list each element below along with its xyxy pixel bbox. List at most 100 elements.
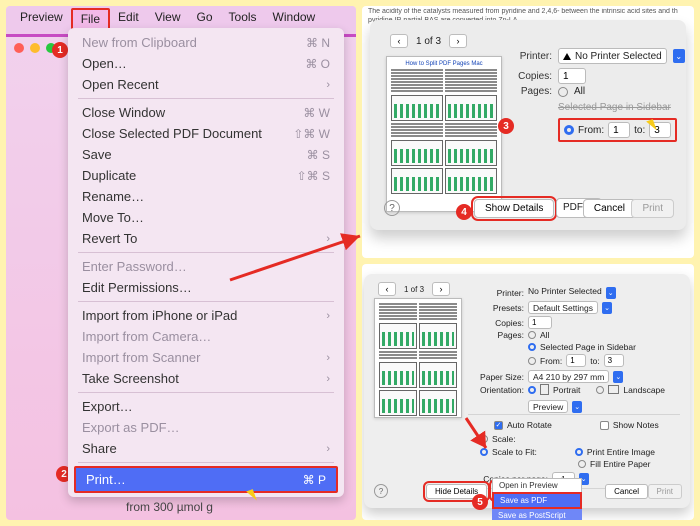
scale-radio[interactable] bbox=[480, 435, 488, 443]
pager: ‹ 1 of 3 › bbox=[378, 282, 450, 296]
next-page-button[interactable]: › bbox=[432, 282, 450, 296]
step3-4-panel: The acidity of the catalysts measured fr… bbox=[362, 6, 694, 258]
file-move-to[interactable]: Move To… bbox=[68, 207, 344, 228]
cancel-button[interactable]: Cancel bbox=[583, 199, 636, 218]
menu-edit[interactable]: Edit bbox=[110, 8, 147, 30]
chevron-right-icon: › bbox=[326, 352, 330, 364]
page-thumbnail bbox=[374, 298, 462, 418]
file-rename[interactable]: Rename… bbox=[68, 186, 344, 207]
chevron-updown-icon[interactable]: ⌄ bbox=[606, 287, 616, 299]
minimize-icon[interactable] bbox=[30, 43, 40, 53]
file-export[interactable]: Export… bbox=[68, 396, 344, 417]
file-take-screenshot[interactable]: Take Screenshot› bbox=[68, 368, 344, 389]
menu-preview[interactable]: Preview bbox=[12, 8, 71, 30]
file-save[interactable]: Save⌘ S bbox=[68, 144, 344, 165]
file-import-ios[interactable]: Import from iPhone or iPad› bbox=[68, 305, 344, 326]
show-notes-check[interactable]: ✓ bbox=[600, 421, 609, 430]
chevron-updown-icon[interactable]: ⌄ bbox=[602, 302, 612, 314]
chevron-updown-icon[interactable]: ⌄ bbox=[673, 49, 685, 63]
page-thumbnail: How to Split PDF Pages Mac bbox=[386, 56, 502, 212]
step5-panel: ‹ 1 of 3 › Printer: No Printer Selected … bbox=[362, 264, 694, 520]
chevron-updown-icon[interactable]: ⌄ bbox=[572, 401, 582, 413]
from-input[interactable] bbox=[566, 354, 586, 367]
pages-row: Pages: All bbox=[510, 86, 585, 97]
pdf-menu-open-preview[interactable]: Open in Preview bbox=[492, 478, 582, 492]
file-enter-password: Enter Password… bbox=[68, 256, 344, 277]
prev-page-button[interactable]: ‹ bbox=[378, 282, 396, 296]
chevron-right-icon: › bbox=[326, 310, 330, 322]
fill-paper-radio[interactable] bbox=[578, 460, 586, 468]
help-button[interactable]: ? bbox=[374, 484, 388, 498]
copies-input[interactable] bbox=[558, 68, 586, 84]
menu-view[interactable]: View bbox=[147, 8, 189, 30]
pager: ‹ 1 of 3 › bbox=[390, 34, 467, 48]
portrait-icon bbox=[540, 384, 549, 395]
printer-select[interactable]: No Printer Selected bbox=[528, 286, 602, 299]
file-revert-to[interactable]: Revert To› bbox=[68, 228, 344, 249]
warning-icon bbox=[563, 53, 571, 60]
landscape-radio[interactable] bbox=[596, 386, 604, 394]
print-dialog-large: ‹ 1 of 3 › Printer: No Printer Selected … bbox=[364, 274, 690, 508]
to-input[interactable] bbox=[604, 354, 624, 367]
pages-all-radio[interactable] bbox=[558, 87, 568, 97]
file-open[interactable]: Open…⌘ O bbox=[68, 53, 344, 74]
pdf-menu-save-as-pdf[interactable]: Save as PDF bbox=[492, 492, 582, 509]
papersize-select[interactable]: A4 210 by 297 mm bbox=[528, 370, 609, 383]
step-badge-5: 5 bbox=[472, 494, 488, 510]
file-duplicate[interactable]: Duplicate⇧⌘ S bbox=[68, 165, 344, 186]
scale-to-fit-radio[interactable] bbox=[480, 448, 488, 456]
file-import-camera: Import from Camera… bbox=[68, 326, 344, 347]
chevron-right-icon: › bbox=[326, 373, 330, 385]
pages-sidebar-radio[interactable] bbox=[528, 343, 536, 351]
cursor-icon bbox=[648, 120, 662, 134]
file-open-recent[interactable]: Open Recent› bbox=[68, 74, 344, 95]
file-share[interactable]: Share› bbox=[68, 438, 344, 459]
chevron-right-icon: › bbox=[326, 443, 330, 455]
step-badge-4: 4 bbox=[456, 204, 472, 220]
printer-select[interactable]: No Printer Selected bbox=[558, 48, 667, 64]
file-print[interactable]: Print…⌘ P bbox=[74, 466, 338, 493]
pages-all-radio[interactable] bbox=[528, 331, 536, 339]
portrait-radio[interactable] bbox=[528, 386, 536, 394]
menu-go[interactable]: Go bbox=[189, 8, 221, 30]
cancel-button[interactable]: Cancel bbox=[605, 484, 648, 499]
from-input[interactable] bbox=[608, 122, 630, 138]
print-entire-radio[interactable] bbox=[575, 448, 583, 456]
pages-sidebar-row: Selected Page in Sidebar bbox=[558, 102, 671, 113]
file-export-as-pdf: Export as PDF… bbox=[68, 417, 344, 438]
chevron-updown-icon[interactable]: ⌄ bbox=[613, 371, 623, 383]
copies-input[interactable] bbox=[528, 316, 552, 329]
step-badge-3: 3 bbox=[498, 118, 514, 134]
file-import-scanner: Import from Scanner› bbox=[68, 347, 344, 368]
presets-select[interactable]: Default Settings bbox=[528, 301, 598, 314]
copies-row: Copies: bbox=[510, 68, 586, 84]
step1-2-panel: Preview File Edit View Go Tools Window 1… bbox=[6, 6, 356, 520]
close-icon[interactable] bbox=[14, 43, 24, 53]
menu-window[interactable]: Window bbox=[265, 8, 324, 30]
file-close-window[interactable]: Close Window⌘ W bbox=[68, 102, 344, 123]
prev-page-button[interactable]: ‹ bbox=[390, 34, 408, 48]
auto-rotate-check[interactable]: ✓ bbox=[494, 421, 503, 430]
page-indicator: 1 of 3 bbox=[416, 36, 441, 47]
chevron-right-icon: › bbox=[326, 79, 330, 91]
pages-from-radio[interactable] bbox=[528, 357, 536, 365]
section-select[interactable]: Preview bbox=[528, 400, 568, 413]
file-edit-permissions[interactable]: Edit Permissions… bbox=[68, 277, 344, 298]
help-button[interactable]: ? bbox=[384, 200, 400, 216]
pages-from-radio[interactable] bbox=[564, 125, 574, 135]
show-details-button[interactable]: Show Details bbox=[474, 199, 554, 218]
menu-tools[interactable]: Tools bbox=[221, 8, 265, 30]
print-button[interactable]: Print bbox=[631, 199, 674, 218]
cursor-icon bbox=[248, 490, 255, 502]
print-button[interactable]: Print bbox=[648, 484, 682, 499]
printer-row: Printer: No Printer Selected ⌄ bbox=[510, 48, 685, 64]
menu-file[interactable]: File bbox=[71, 8, 110, 30]
pdf-menu-save-as-postscript[interactable]: Save as PostScript bbox=[492, 509, 582, 520]
file-close-selected-pdf[interactable]: Close Selected PDF Document⇧⌘ W bbox=[68, 123, 344, 144]
next-page-button[interactable]: › bbox=[449, 34, 467, 48]
pdf-popup-menu: Open in Preview Save as PDF Save as Post… bbox=[492, 478, 582, 520]
file-menu-dropdown: New from Clipboard⌘ N Open…⌘ O Open Rece… bbox=[68, 28, 344, 497]
page-indicator: 1 of 3 bbox=[404, 285, 424, 294]
print-dialog-small: ‹ 1 of 3 › How to Split PDF Pages Mac Pr… bbox=[370, 20, 686, 230]
file-new-from-clipboard: New from Clipboard⌘ N bbox=[68, 32, 344, 53]
